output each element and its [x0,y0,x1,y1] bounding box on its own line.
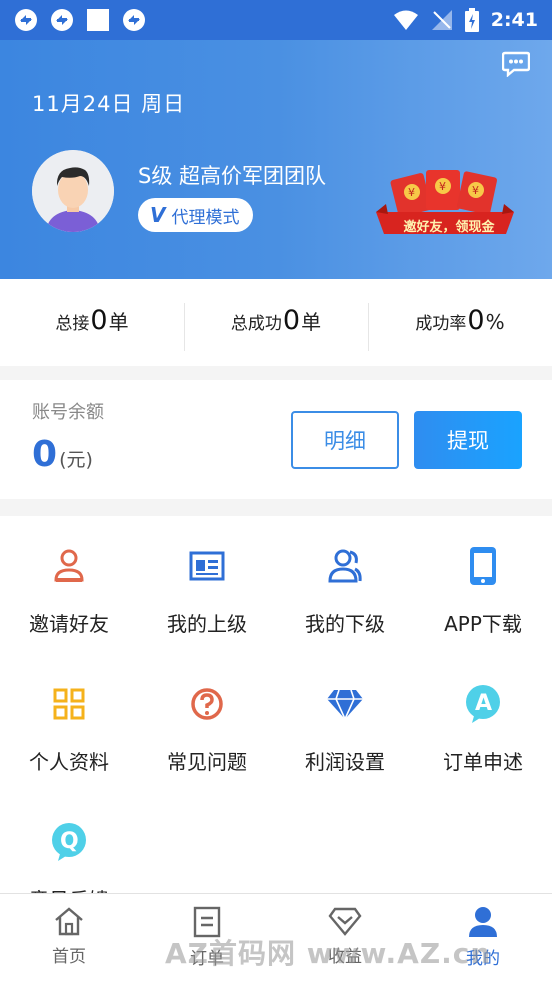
grid-item-label: 常见问题 [167,750,247,774]
stat-label: 总成功 [230,313,282,334]
grid-item-label: 利润设置 [305,750,385,774]
stat-label: 总接 [55,313,90,334]
wifi-icon [393,10,418,30]
v-logo-icon: V [150,203,166,227]
balance-unit: (元) [59,449,93,471]
detail-button[interactable]: 明细 [291,411,399,469]
invite-banner-text: 邀好友，领现金 [403,220,495,235]
square-notification-icon [87,9,109,31]
stat-success-rate: 成功率 0 % [368,295,552,351]
stat-unit: 单 [301,309,322,334]
no-signal-icon [431,10,452,30]
screen: 2:41 11月24日 周日 S级 超高价军团团队 V 代理模式 ¥ ¥ ¥ 邀… [0,0,552,981]
stat-total-success: 总成功 0 单 [184,295,368,351]
agent-mode-label: 代理模式 [171,207,240,228]
svg-text:¥: ¥ [439,180,446,193]
earnings-icon [328,907,362,936]
grid-item-profit-settings[interactable]: 利润设置 [276,654,414,784]
status-left-icons [14,8,146,32]
feature-grid: 邀请好友 我的上级 我的下级 APP下载 个人资料 常见问题 利润设置 A 订单… [0,516,552,896]
grid-item-label: 订单申述 [443,750,523,774]
date-label: 11月24日 周日 [32,92,186,116]
stat-unit: % [485,309,505,334]
withdraw-button[interactable]: 提现 [414,411,522,469]
question-icon [187,684,227,724]
profile-header: 11月24日 周日 S级 超高价军团团队 V 代理模式 ¥ ¥ ¥ 邀好友，领现… [0,40,552,279]
sync-notification-icon [123,9,145,31]
tab-label: 收益 [328,947,362,967]
grid-item-label: 我的上级 [167,612,247,636]
status-right-icons: 2:41 [393,8,538,32]
balance-title: 账号余额 [32,402,104,423]
order-icon [193,906,221,938]
svg-text:Q: Q [60,829,79,854]
profile-icon [469,907,497,937]
tab-home[interactable]: 首页 [0,894,138,981]
stat-total-orders: 总接 0 单 [0,295,184,351]
grid-item-my-subordinates[interactable]: 我的下级 [276,516,414,646]
agent-mode-badge[interactable]: V 代理模式 [138,198,254,232]
grid-item-order-appeal[interactable]: A 订单申述 [414,654,552,784]
stat-unit: 单 [108,309,129,334]
tab-earnings[interactable]: 收益 [276,894,414,981]
invite-icon [49,546,89,586]
balance-value: 0 [32,434,58,475]
grid-item-invite-friends[interactable]: 邀请好友 [0,516,138,646]
tab-label: 订单 [190,949,224,969]
tab-orders[interactable]: 订单 [138,894,276,981]
order-stats: 总接 0 单 总成功 0 单 成功率 0 % [0,279,552,366]
avatar[interactable] [32,150,114,232]
balance-amount: 0 (元) [32,434,93,475]
status-bar: 2:41 [0,0,552,40]
users-icon [325,546,365,586]
svg-text:¥: ¥ [408,186,415,199]
invite-banner[interactable]: ¥ ¥ ¥ 邀好友，领现金 [374,168,516,244]
sync-notification-icon [51,9,73,31]
grid-item-my-superior[interactable]: 我的上级 [138,516,276,646]
sync-notification-icon [15,9,37,31]
status-time: 2:41 [490,9,538,31]
svg-text:¥: ¥ [472,184,479,197]
feedback-q-icon: Q [49,822,89,862]
balance-card: 账号余额 0 (元) 明细 提现 [0,380,552,499]
message-icon[interactable] [501,51,531,81]
battery-icon [464,8,479,32]
tab-mine[interactable]: 我的 [414,894,552,981]
stat-value: 0 [467,304,485,336]
grid-item-label: 邀请好友 [29,612,109,636]
team-name: S级 超高价军团团队 [138,164,327,188]
red-envelope-icon: ¥ ¥ ¥ [390,170,498,217]
grid-item-feedback[interactable]: Q 意见反馈 [0,792,138,896]
appeal-a-icon: A [463,684,503,724]
grid-item-app-download[interactable]: APP下载 [414,516,552,646]
bottom-tab-bar: 首页 订单 收益 我的 [0,893,552,981]
grid-squares-icon [49,684,89,724]
grid-item-label: APP下载 [444,612,522,636]
grid-item-faq[interactable]: 常见问题 [138,654,276,784]
phone-icon [463,546,503,586]
grid-item-label: 我的下级 [305,612,385,636]
stat-value: 0 [282,304,301,336]
svg-text:A: A [475,691,492,716]
tab-label: 我的 [466,949,500,969]
home-icon [55,907,83,936]
grid-item-profile-info[interactable]: 个人资料 [0,654,138,784]
stat-value: 0 [90,304,108,336]
grid-item-label: 个人资料 [29,750,109,774]
id-card-icon [187,546,227,586]
tab-label: 首页 [52,947,86,967]
stat-label: 成功率 [415,313,467,334]
diamond-icon [325,684,365,724]
